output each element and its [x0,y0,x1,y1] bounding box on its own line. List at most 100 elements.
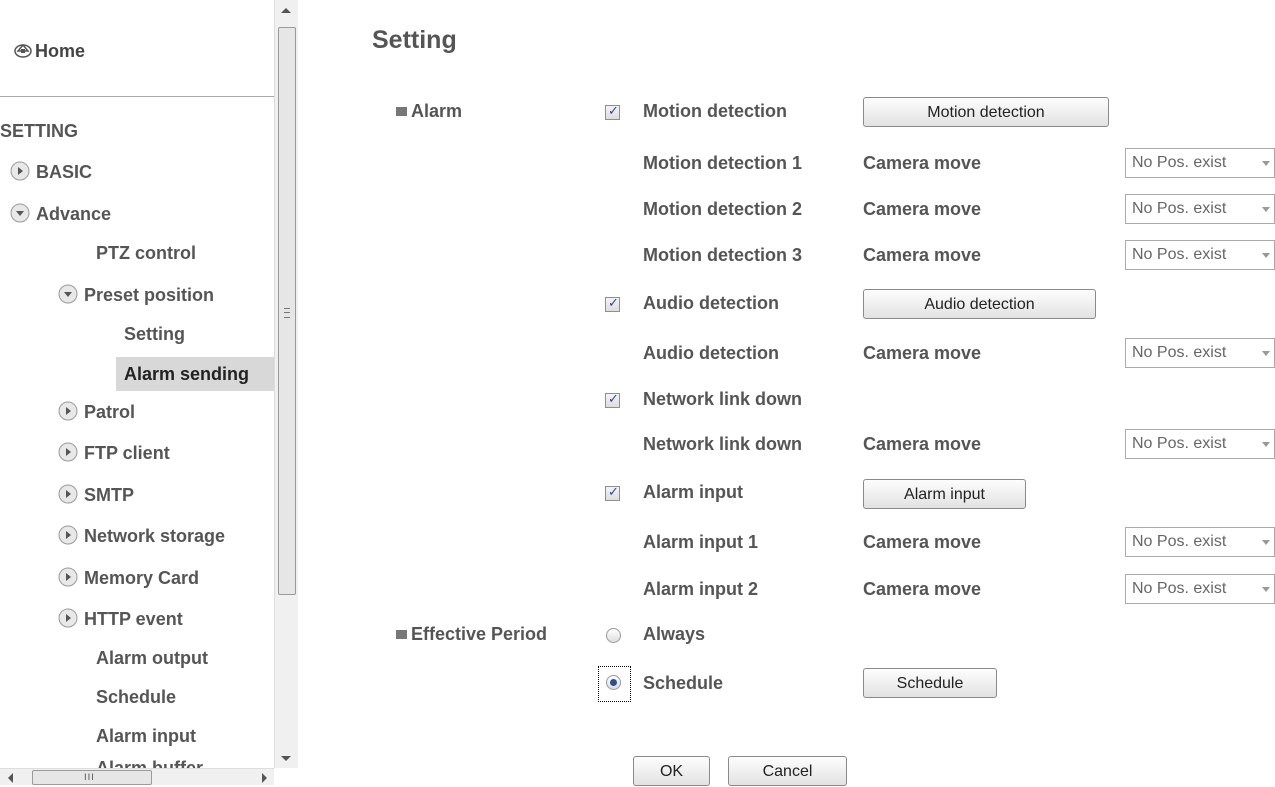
scroll-left-arrow-icon[interactable] [8,773,13,783]
audio-detection-button[interactable]: Audio detection [863,289,1096,319]
row-action-label: Camera move [863,245,982,265]
expand-arrow-icon [58,484,78,504]
schedule-label: Schedule [643,673,724,693]
bullet-icon [396,630,407,639]
motion-detection-button[interactable]: Motion detection [863,97,1109,127]
motion-detection-1-position-select[interactable]: No Pos. exist [1125,148,1275,178]
dropdown-arrow-icon [1262,207,1270,212]
grip-icon [284,308,290,318]
home-icon [14,43,32,58]
schedule-button[interactable]: Schedule [863,668,997,698]
sidebar-menu: Home SETTING BASIC Advance PTZ control P… [0,0,274,768]
sidebar-item-memory-card[interactable]: Memory Card [58,567,199,589]
sidebar-horizontal-scrollbar[interactable]: III [0,768,274,785]
sidebar: Home SETTING BASIC Advance PTZ control P… [0,0,298,785]
motion-detection-3-position-select[interactable]: No Pos. exist [1125,240,1275,270]
network-link-down-position-select[interactable]: No Pos. exist [1125,429,1275,459]
row-label: Alarm input 2 [643,579,759,599]
sidebar-item-label: Network storage [84,526,226,546]
select-value: No Pos. exist [1132,246,1227,263]
row-action-label: Camera move [863,579,982,599]
alarm-label: Alarm [411,101,463,121]
scroll-up-arrow-icon[interactable] [281,8,291,13]
bullet-icon [396,107,407,116]
sidebar-item-basic[interactable]: BASIC [10,161,92,183]
check-icon: ✓ [608,392,619,407]
sidebar-item-label: Memory Card [84,568,200,588]
dropdown-arrow-icon [1262,442,1270,447]
sidebar-item-preset-position[interactable]: Preset position [58,284,214,306]
sidebar-vertical-scrollbar[interactable] [274,0,298,768]
sidebar-item-alarm-buffer[interactable]: Alarm buffer [96,758,203,768]
sidebar-item-ptz-control[interactable]: PTZ control [96,243,196,264]
sidebar-item-ftp-client[interactable]: FTP client [58,442,170,464]
ok-button[interactable]: OK [633,756,710,786]
motion-detection-2-position-select[interactable]: No Pos. exist [1125,194,1275,224]
sidebar-item-alarm-input[interactable]: Alarm input [96,726,196,747]
row-action-label: Camera move [863,343,982,363]
alarm-input-1-position-select[interactable]: No Pos. exist [1125,527,1275,557]
expand-arrow-icon [58,525,78,545]
network-link-down-checkbox[interactable]: ✓ [605,392,620,408]
row-action-label: Camera move [863,434,982,454]
schedule-radio[interactable] [606,675,621,690]
sidebar-item-schedule[interactable]: Schedule [96,687,176,708]
row-label: Alarm input 1 [643,532,759,552]
audio-detection-checkbox[interactable]: ✓ [605,296,620,312]
effective-period-label: Effective Period [411,624,548,644]
expand-arrow-icon [58,401,78,421]
row-label: Audio detection [643,343,779,363]
check-icon: ✓ [608,296,619,311]
grip-icon: III [84,773,95,783]
scrollbar-thumb[interactable] [278,27,296,595]
sidebar-item-smtp[interactable]: SMTP [58,484,134,506]
always-label: Always [643,624,706,644]
row-label: Motion detection 2 [643,199,802,219]
sidebar-item-label: HTTP event [84,609,183,629]
alarm-input-button[interactable]: Alarm input [863,479,1026,509]
alarm-input-checkbox[interactable]: ✓ [605,485,620,501]
expand-arrow-icon [58,608,78,628]
motion-detection-label: Motion detection [643,101,787,121]
row-action-label: Camera move [863,153,982,173]
select-value: No Pos. exist [1132,200,1227,217]
sidebar-item-label: SMTP [84,485,135,505]
motion-detection-checkbox[interactable]: ✓ [605,104,620,120]
select-value: No Pos. exist [1132,154,1227,171]
sidebar-item-setting[interactable]: Setting [124,324,185,345]
always-radio[interactable] [606,628,621,643]
scroll-right-arrow-icon[interactable] [262,773,267,783]
sidebar-item-label: Patrol [84,402,136,422]
alarm-input-2-position-select[interactable]: No Pos. exist [1125,574,1275,604]
sidebar-item-label: Advance [36,204,112,224]
expand-arrow-icon [10,161,30,181]
row-label: Network link down [643,434,803,454]
dropdown-arrow-icon [1262,540,1270,545]
page-title: Setting [372,26,457,54]
sidebar-item-network-storage[interactable]: Network storage [58,525,225,547]
home-link[interactable]: Home [14,40,85,62]
sidebar-item-http-event[interactable]: HTTP event [58,608,183,630]
dropdown-arrow-icon [1262,161,1270,166]
collapse-arrow-icon [58,284,78,304]
select-value: No Pos. exist [1132,580,1227,597]
sidebar-section-setting: SETTING [0,121,79,141]
sidebar-item-advance[interactable]: Advance [10,203,111,225]
dropdown-arrow-icon [1262,351,1270,356]
audio-detection-position-select[interactable]: No Pos. exist [1125,338,1275,368]
select-value: No Pos. exist [1132,344,1227,361]
sidebar-item-alarm-sending[interactable]: Alarm sending [116,357,274,391]
sidebar-item-alarm-output[interactable]: Alarm output [96,648,208,669]
row-action-label: Camera move [863,199,982,219]
check-icon: ✓ [608,104,619,119]
alarm-section-label: Alarm [396,101,462,122]
scroll-down-arrow-icon[interactable] [281,756,291,761]
sidebar-item-patrol[interactable]: Patrol [58,401,135,423]
cancel-button[interactable]: Cancel [728,756,847,786]
sidebar-item-label: Preset position [84,285,215,305]
collapse-arrow-icon [10,203,30,223]
home-label: Home [35,41,86,61]
row-label: Motion detection 1 [643,153,802,173]
network-link-down-label: Network link down [643,389,803,409]
expand-arrow-icon [58,567,78,587]
